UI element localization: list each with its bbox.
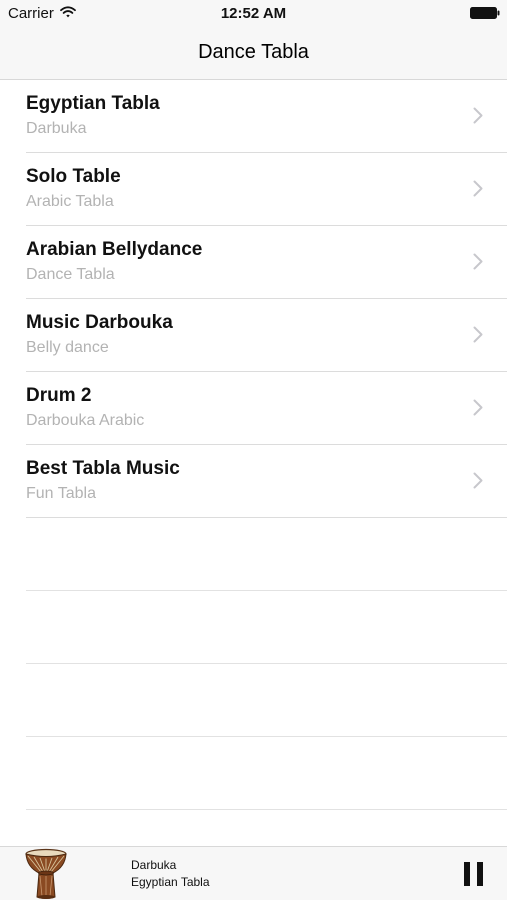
list-item-title: Egyptian Tabla [26,93,160,114]
list-item[interactable]: Egyptian Tabla Darbuka [0,80,507,153]
list-item-subtitle: Arabic Tabla [26,193,114,210]
list-item[interactable]: Music Darbouka Belly dance [0,299,507,372]
top-bar: Carrier 12:52 AM Dance Tabla [0,0,507,80]
list-item-title: Solo Table [26,166,121,187]
status-time: 12:52 AM [220,5,287,22]
battery-icon [470,7,500,19]
pause-icon [477,862,483,886]
list-item-subtitle: Darbuka [26,120,87,137]
empty-row [0,591,507,664]
pause-icon [464,862,470,886]
list-item[interactable]: Drum 2 Darbouka Arabic [0,372,507,445]
list-item[interactable]: Solo Table Arabic Tabla [0,153,507,226]
list-item[interactable]: Best Tabla Music Fun Tabla [0,445,507,518]
song-list: Egyptian Tabla Darbuka Solo Table Arabic… [0,80,507,810]
list-item-subtitle: Fun Tabla [26,485,96,502]
chevron-right-icon [473,180,483,197]
chevron-right-icon [473,253,483,270]
now-playing-subtitle: Egyptian Tabla [131,875,210,889]
chevron-right-icon [473,326,483,343]
list-item-title: Best Tabla Music [26,458,180,479]
djembe-drum-icon [25,848,67,899]
list-item-subtitle: Belly dance [26,339,109,356]
list-item-title: Music Darbouka [26,312,173,333]
empty-row [0,664,507,737]
chevron-right-icon [473,472,483,489]
empty-row [0,737,507,810]
chevron-right-icon [473,107,483,124]
list-item-subtitle: Dance Tabla [26,266,115,283]
list-item[interactable]: Arabian Bellydance Dance Tabla [0,226,507,299]
list-item-subtitle: Darbouka Arabic [26,412,145,429]
empty-row [0,518,507,591]
chevron-right-icon [473,399,483,416]
page-title: Dance Tabla [198,41,309,63]
list-item-title: Arabian Bellydance [26,239,203,260]
pause-button[interactable] [463,862,485,886]
now-playing-bar[interactable]: Darbuka Egyptian Tabla [0,846,507,900]
status-bar: Carrier 12:52 AM [0,0,507,28]
list-item-title: Drum 2 [26,385,92,406]
now-playing-title: Darbuka [131,858,177,872]
